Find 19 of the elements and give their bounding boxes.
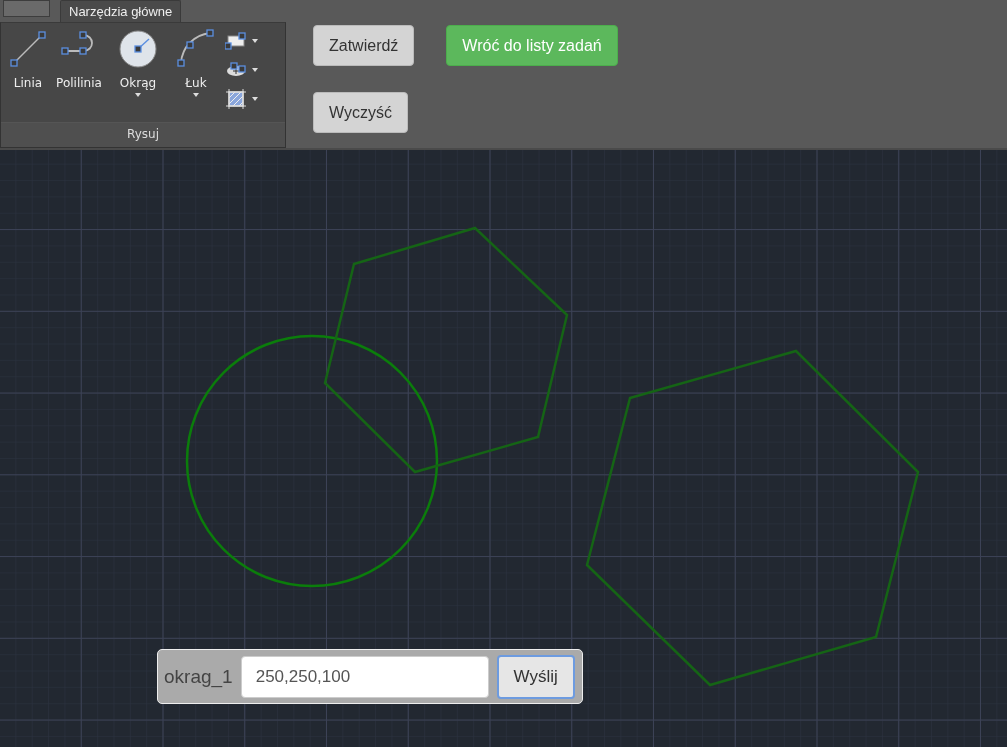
- tool-button[interactable]: Łuk: [173, 27, 219, 122]
- ribbon-tab[interactable]: Narzędzia główne: [60, 0, 182, 22]
- tool-button[interactable]: Linia: [5, 27, 51, 122]
- ellipse-icon: [225, 61, 247, 79]
- button[interactable]: Zatwierdź: [313, 25, 415, 66]
- circle-icon: [118, 29, 158, 69]
- command-input[interactable]: 250,250,100: [240, 655, 489, 698]
- button[interactable]: Wyczyść: [313, 92, 408, 133]
- rectangle-icon: [225, 32, 247, 50]
- hatch-icon: [225, 88, 247, 110]
- tool-button[interactable]: [225, 29, 259, 53]
- panel-title: Rysuj: [1, 122, 285, 147]
- send-button[interactable]: Wyślij: [496, 654, 575, 699]
- tool-button[interactable]: Okrąg: [115, 27, 161, 122]
- arc-icon: [176, 29, 216, 69]
- command-label: okrag_1: [164, 665, 233, 688]
- tool-button[interactable]: [225, 87, 259, 111]
- line-icon: [8, 29, 48, 69]
- tool-button[interactable]: Polilinia: [51, 27, 107, 122]
